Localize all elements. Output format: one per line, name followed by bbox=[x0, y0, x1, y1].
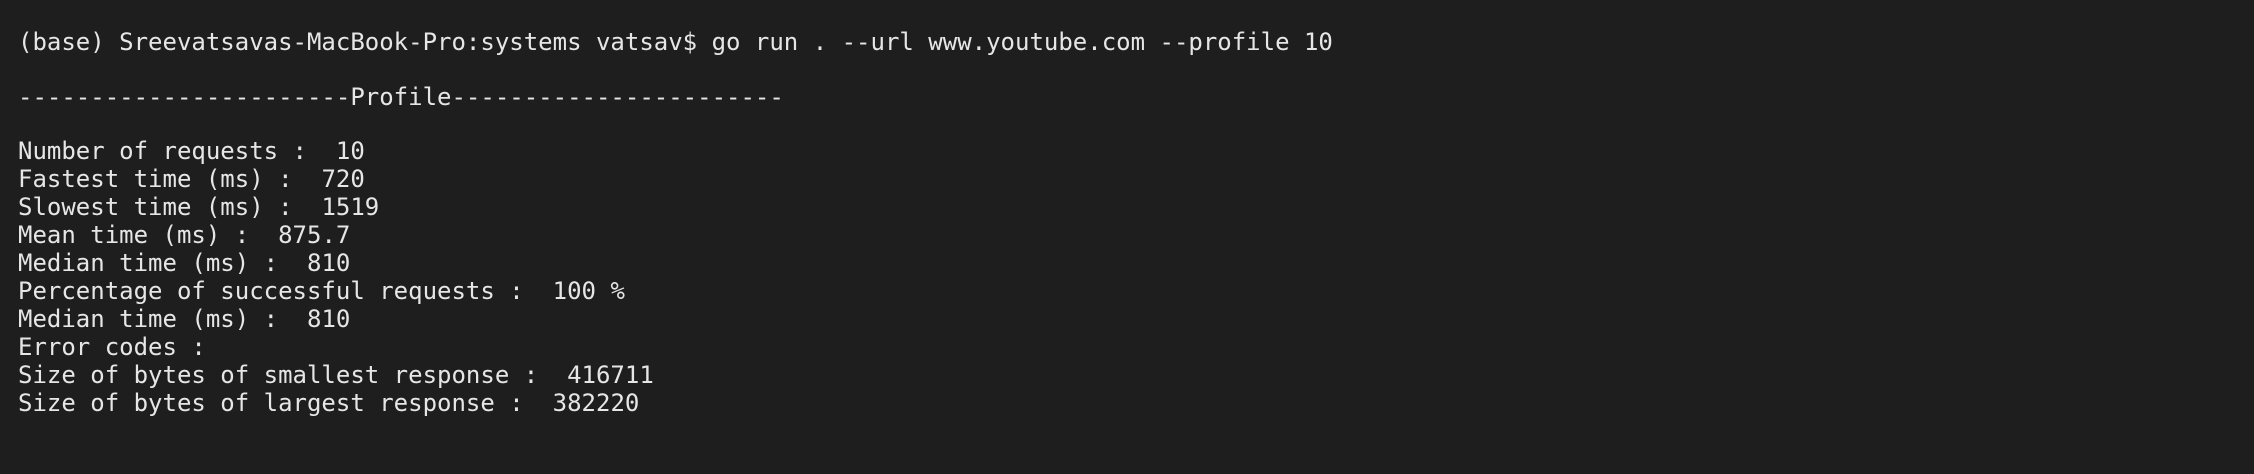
stat-line: Size of bytes of largest response : 3822… bbox=[18, 389, 2254, 417]
stat-line: Mean time (ms) : 875.7 bbox=[18, 221, 2254, 249]
stat-line: Number of requests : 10 bbox=[18, 137, 2254, 165]
stat-value: 720 bbox=[321, 165, 365, 193]
stat-value: 810 bbox=[307, 305, 351, 333]
stat-value: 100 % bbox=[552, 277, 625, 305]
stat-label: Slowest time (ms) : bbox=[18, 193, 293, 221]
stat-value: 875.7 bbox=[278, 221, 351, 249]
stat-line: Median time (ms) : 810 bbox=[18, 249, 2254, 277]
stat-value: 10 bbox=[335, 137, 365, 165]
stat-value: 416711 bbox=[567, 361, 654, 389]
stat-label: Error codes : bbox=[18, 333, 206, 361]
command-line: (base) Sreevatsavas-MacBook-Pro:systems … bbox=[18, 28, 1333, 56]
stat-label: Percentage of successful requests : bbox=[18, 277, 524, 305]
stat-label: Fastest time (ms) : bbox=[18, 165, 293, 193]
stat-label: Number of requests : bbox=[18, 137, 307, 165]
terminal-window[interactable]: (base) Sreevatsavas-MacBook-Pro:systems … bbox=[0, 0, 2254, 474]
stat-line: Error codes : bbox=[18, 333, 2254, 361]
stat-value: 382220 bbox=[552, 389, 640, 417]
stat-line: Slowest time (ms) : 1519 bbox=[18, 193, 2254, 221]
stat-line: Fastest time (ms) : 720 bbox=[18, 165, 2254, 193]
stat-label: Median time (ms) : bbox=[18, 249, 279, 277]
stat-line: Percentage of successful requests : 100 … bbox=[18, 277, 2254, 305]
stat-label: Size of bytes of smallest response : bbox=[18, 361, 539, 389]
stat-line: Median time (ms) : 810 bbox=[18, 305, 2254, 333]
stat-label: Mean time (ms) : bbox=[18, 221, 250, 249]
stat-line: Size of bytes of smallest response : 416… bbox=[18, 361, 2254, 389]
stat-label: Size of bytes of largest response : bbox=[18, 389, 524, 417]
stat-value: 1519 bbox=[321, 193, 380, 221]
stat-label: Median time (ms) : bbox=[18, 305, 279, 333]
profile-header: -----------------------Profile----------… bbox=[18, 83, 784, 111]
stat-value: 810 bbox=[307, 249, 351, 277]
